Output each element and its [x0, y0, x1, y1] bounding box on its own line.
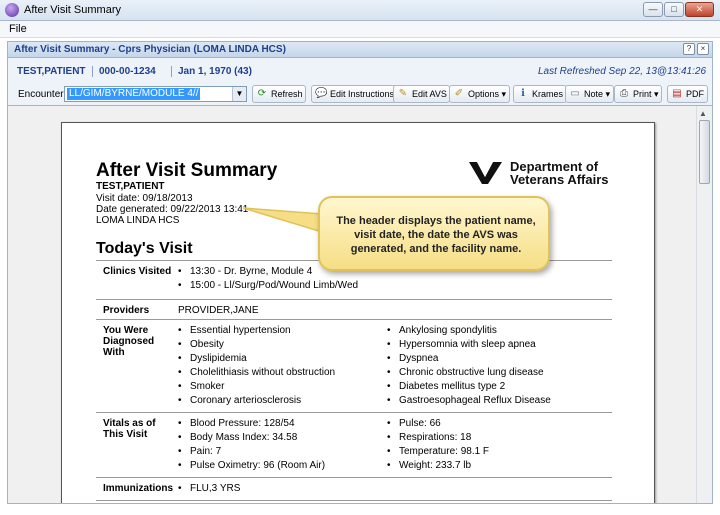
va-emblem-icon: [469, 162, 502, 184]
va-logo-text: Department of Veterans Affairs: [510, 160, 609, 186]
info-icon: ℹ: [521, 88, 525, 99]
divider: [96, 500, 612, 501]
list-item: Obesity: [178, 339, 224, 350]
menu-bar: File: [0, 21, 720, 38]
list-item: Hypersomnia with sleep apnea: [387, 339, 536, 350]
list-item: 15:00 - Ll/Surg/Pod/Wound Limb/Wed: [178, 280, 358, 291]
print-label: Print: [633, 89, 652, 99]
list-item: Temperature: 98.1 F: [387, 446, 489, 457]
options-icon: ✐: [454, 88, 464, 99]
list-item: Smoker: [178, 381, 225, 392]
pdf-icon: ▤: [672, 88, 682, 99]
toolbar: Encounter: LL/GIM/BYRNE/MODULE 4// ▼ ⟳ Re…: [7, 83, 713, 105]
minimize-button[interactable]: —: [643, 2, 663, 17]
document-patient: TEST,PATIENT: [96, 181, 165, 192]
vertical-scrollbar[interactable]: ▲: [696, 106, 712, 503]
close-window-button[interactable]: ✕: [685, 2, 714, 17]
pencil-icon: ✎: [398, 88, 408, 99]
divider: [96, 299, 612, 300]
list-item: Ankylosing spondylitis: [387, 325, 497, 336]
divider: [96, 477, 612, 478]
list-item: Respirations: 18: [387, 432, 471, 443]
list-item: Pain: 7: [178, 446, 221, 457]
section-title: Today's Visit: [96, 240, 193, 257]
list-item: Essential hypertension: [178, 325, 291, 336]
va-logo-line2: Veterans Affairs: [510, 172, 609, 187]
visit-date: Visit date: 09/18/2013: [96, 193, 193, 204]
edit-instructions-label: Edit Instructions: [330, 89, 395, 99]
provider-name: PROVIDER,JANE: [178, 305, 259, 316]
separator: [171, 66, 172, 77]
encounter-select[interactable]: LL/GIM/BYRNE/MODULE 4// ▼: [64, 86, 247, 102]
divider: [96, 412, 612, 413]
avs-page: After Visit Summary TEST,PATIENT Visit d…: [61, 122, 655, 503]
refresh-icon: ⟳: [257, 88, 267, 99]
krames-label: Krames: [532, 89, 564, 99]
divider: [96, 319, 612, 320]
callout-text: The header displays the patient name, vi…: [336, 215, 536, 255]
options-button[interactable]: ✐ Options ▾: [449, 85, 510, 103]
facility-name: LOMA LINDA HCS: [96, 215, 180, 226]
patient-ssn: 000-00-1234: [99, 66, 156, 77]
window-title: After Visit Summary: [24, 4, 121, 16]
app-icon: [5, 3, 19, 17]
immunizations-label: Immunizations: [103, 483, 174, 494]
list-item: Dyslipidemia: [178, 353, 247, 364]
help-button[interactable]: ?: [683, 43, 695, 55]
vitals-label: Vitals as of This Visit: [103, 418, 156, 440]
scroll-up-icon[interactable]: ▲: [699, 109, 707, 118]
panel-title: After Visit Summary - Cprs Physician (LO…: [14, 44, 286, 55]
list-item: Gastroesophageal Reflux Disease: [387, 395, 551, 406]
speech-bubble-icon: 💬: [315, 88, 328, 99]
encounter-value: LL/GIM/BYRNE/MODULE 4//: [67, 88, 201, 100]
date-generated: Date generated: 09/22/2013 13:41: [96, 204, 249, 215]
edit-avs-label: Edit AVS: [412, 89, 447, 99]
document-viewer[interactable]: After Visit Summary TEST,PATIENT Visit d…: [7, 105, 713, 504]
printer-icon: ⎙: [620, 88, 628, 99]
encounter-label: Encounter:: [18, 89, 67, 100]
providers-label: Providers: [103, 305, 150, 316]
refresh-button[interactable]: ⟳ Refresh: [252, 85, 307, 103]
patient-info-bar: TEST,PATIENT 000-00-1234 Jan 1, 1970 (43…: [7, 58, 713, 83]
print-button[interactable]: ⎙ Print ▾: [614, 85, 663, 103]
last-refreshed: Last Refreshed Sep 22, 13@13:41:26: [537, 66, 706, 77]
pdf-label: PDF: [686, 89, 704, 99]
window-titlebar: After Visit Summary — □ ✕: [0, 0, 720, 21]
patient-name: TEST,PATIENT: [17, 66, 86, 77]
list-item: Diabetes mellitus type 2: [387, 381, 505, 392]
krames-button[interactable]: ℹ Krames: [513, 85, 567, 103]
note-icon: ▭: [570, 88, 580, 99]
list-item: Chronic obstructive lung disease: [387, 367, 543, 378]
separator: [92, 66, 93, 77]
list-item: 13:30 - Dr. Byrne, Module 4: [178, 266, 312, 277]
edit-instructions-button[interactable]: 💬 Edit Instructions: [311, 85, 398, 103]
pdf-button[interactable]: ▤ PDF: [667, 85, 708, 103]
diagnosed-label: You Were Diagnosed With: [103, 325, 155, 358]
list-item: Cholelithiasis without obstruction: [178, 367, 335, 378]
refresh-label: Refresh: [271, 89, 303, 99]
clinics-label: Clinics Visited: [103, 266, 172, 277]
scrollbar-thumb[interactable]: [699, 120, 710, 184]
list-item: Pulse Oximetry: 96 (Room Air): [178, 460, 325, 471]
callout-bubble: The header displays the patient name, vi…: [318, 196, 550, 271]
list-item: Body Mass Index: 34.58: [178, 432, 297, 443]
list-item: FLU,3 YRS: [178, 483, 240, 494]
maximize-button[interactable]: □: [664, 2, 684, 17]
list-item: Coronary arteriosclerosis: [178, 395, 301, 406]
document-title: After Visit Summary: [96, 160, 278, 181]
list-item: Weight: 233.7 lb: [387, 460, 471, 471]
list-item: Blood Pressure: 128/54: [178, 418, 294, 429]
patient-dob: Jan 1, 1970 (43): [178, 66, 252, 77]
options-label: Options: [468, 89, 500, 99]
close-panel-button[interactable]: ×: [697, 43, 709, 55]
menu-file[interactable]: File: [9, 23, 27, 35]
note-button[interactable]: ▭ Note ▾: [565, 85, 614, 103]
edit-avs-button[interactable]: ✎ Edit AVS: [393, 85, 451, 103]
va-logo: Department of Veterans Affairs: [468, 160, 618, 190]
panel-header: After Visit Summary - Cprs Physician (LO…: [7, 41, 713, 58]
list-item: Dyspnea: [387, 353, 439, 364]
chevron-down-icon[interactable]: ▼: [232, 87, 246, 101]
list-item: Pulse: 66: [387, 418, 441, 429]
note-label: Note: [584, 89, 604, 99]
